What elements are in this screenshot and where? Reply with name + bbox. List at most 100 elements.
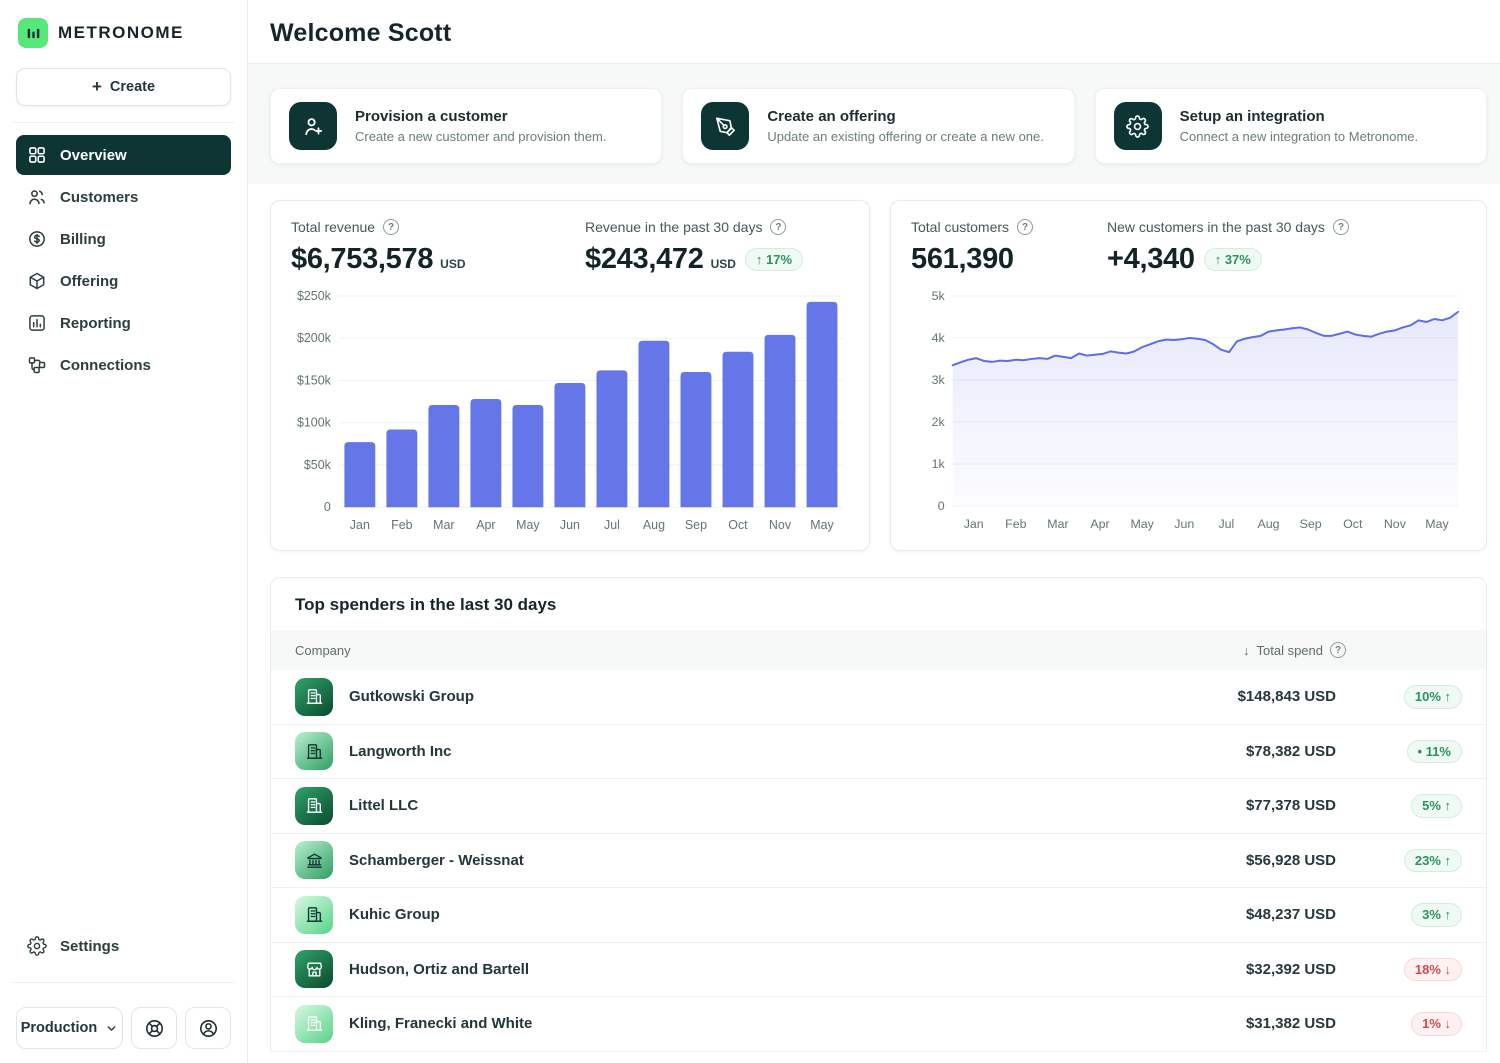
gear-icon — [27, 936, 47, 956]
action-title: Create an offering — [767, 108, 1044, 125]
sidebar-item-settings[interactable]: Settings — [16, 926, 231, 966]
stat-value: +4,340 — [1107, 243, 1195, 276]
user-circle-icon — [198, 1018, 219, 1039]
delta-badge: 3% ↑ — [1411, 903, 1462, 927]
environment-label: Production — [21, 1020, 98, 1036]
company-building-icon — [295, 678, 333, 716]
table-row[interactable]: Langworth Inc $78,382 USD • 11% — [271, 725, 1486, 780]
svg-text:Mar: Mar — [433, 518, 454, 532]
delta-badge: 5% ↑ — [1411, 794, 1462, 818]
dollar-circle-icon — [27, 229, 47, 249]
svg-text:Oct: Oct — [728, 518, 748, 532]
company-building-icon — [295, 732, 333, 770]
brand-logo[interactable]: METRONOME — [16, 14, 231, 50]
action-description: Connect a new integration to Metronome. — [1180, 129, 1418, 144]
help-icon[interactable] — [770, 219, 786, 235]
svg-text:Nov: Nov — [1384, 517, 1407, 531]
table-row[interactable]: Schamberger - Weissnat $56,928 USD 23% ↑ — [271, 834, 1486, 889]
table-body: Gutkowski Group $148,843 USD 10% ↑ Langw… — [271, 670, 1486, 1052]
svg-text:$200k: $200k — [297, 331, 332, 345]
sidebar-item-label: Customers — [60, 189, 138, 206]
stat-label: Revenue in the past 30 days — [585, 219, 762, 235]
column-total-spend-sort[interactable]: Total spend — [1243, 642, 1346, 658]
svg-text:$250k: $250k — [297, 289, 332, 303]
total-spend-value: $77,378 USD — [1186, 797, 1336, 814]
sidebar-item-reporting[interactable]: Reporting — [16, 303, 231, 343]
sidebar-item-connections[interactable]: Connections — [16, 345, 231, 385]
connections-icon — [27, 355, 47, 375]
stat-label: Total customers — [911, 219, 1009, 235]
bar-chart-icon — [27, 313, 47, 333]
total-customers-stat: Total customers 561,390 — [911, 219, 1071, 276]
company-name: Schamberger - Weissnat — [349, 852, 524, 869]
main-content: Welcome Scott Provision a customer Creat… — [248, 0, 1500, 1063]
svg-text:4k: 4k — [932, 331, 946, 345]
sidebar: METRONOME Create Overview Customers Bill… — [0, 0, 248, 1063]
svg-text:0: 0 — [938, 499, 945, 513]
table-row[interactable]: Gutkowski Group $148,843 USD 10% ↑ — [271, 670, 1486, 725]
svg-text:Aug: Aug — [1258, 517, 1280, 531]
help-icon[interactable] — [383, 219, 399, 235]
top-spenders-section: Top spenders in the last 30 days Company… — [270, 577, 1487, 1052]
quick-actions: Provision a customer Create a new custom… — [248, 63, 1500, 184]
stat-unit: USD — [440, 257, 465, 271]
sidebar-item-label: Reporting — [60, 315, 131, 332]
sidebar-item-billing[interactable]: Billing — [16, 219, 231, 259]
provision-customer-card[interactable]: Provision a customer Create a new custom… — [270, 88, 662, 164]
total-spend-value: $31,382 USD — [1186, 1015, 1336, 1032]
company-name: Littel LLC — [349, 797, 418, 814]
svg-text:Jan: Jan — [964, 517, 984, 531]
svg-text:1k: 1k — [932, 457, 946, 471]
plus-icon — [92, 77, 102, 97]
sidebar-item-label: Overview — [60, 147, 127, 164]
stat-unit: USD — [711, 257, 736, 271]
svg-text:Sep: Sep — [685, 518, 707, 532]
total-spend-value: $48,237 USD — [1186, 906, 1336, 923]
create-offering-card[interactable]: Create an offering Update an existing of… — [682, 88, 1074, 164]
delta-badge: ↑ 37% — [1204, 248, 1262, 272]
app-window: METRONOME Create Overview Customers Bill… — [0, 0, 1500, 1063]
company-building-icon — [295, 950, 333, 988]
delta-badge: 18% ↓ — [1404, 958, 1462, 982]
sidebar-item-overview[interactable]: Overview — [16, 135, 231, 175]
svg-text:Mar: Mar — [1047, 517, 1068, 531]
svg-text:Jun: Jun — [1174, 517, 1194, 531]
help-icon[interactable] — [1333, 219, 1349, 235]
total-spend-value: $148,843 USD — [1186, 688, 1336, 705]
help-support-button[interactable] — [131, 1007, 177, 1049]
svg-text:May: May — [1425, 517, 1449, 531]
table-row[interactable]: Littel LLC $77,378 USD 5% ↑ — [271, 779, 1486, 834]
table-row[interactable]: Kling, Franecki and White $31,382 USD 1%… — [271, 997, 1486, 1052]
action-description: Create a new customer and provision them… — [355, 129, 606, 144]
company-name: Gutkowski Group — [349, 688, 474, 705]
table-row[interactable]: Kuhic Group $48,237 USD 3% ↑ — [271, 888, 1486, 943]
table-row[interactable]: Hudson, Ortiz and Bartell $32,392 USD 18… — [271, 943, 1486, 998]
company-building-icon — [295, 1005, 333, 1043]
svg-text:May: May — [810, 518, 834, 532]
company-building-icon — [295, 841, 333, 879]
delta-badge: 23% ↑ — [1404, 849, 1462, 873]
grid-icon — [27, 145, 47, 165]
svg-text:Jul: Jul — [604, 518, 620, 532]
help-icon[interactable] — [1017, 219, 1033, 235]
environment-selector[interactable]: Production — [16, 1007, 123, 1049]
sidebar-item-offering[interactable]: Offering — [16, 261, 231, 301]
sidebar-divider — [12, 122, 235, 123]
account-button[interactable] — [185, 1007, 231, 1049]
stat-value: $243,472 — [585, 243, 704, 276]
svg-text:Jun: Jun — [560, 518, 580, 532]
help-icon[interactable] — [1330, 642, 1346, 658]
total-spend-value: $32,392 USD — [1186, 961, 1336, 978]
svg-text:Aug: Aug — [643, 518, 665, 532]
stat-value: $6,753,578 — [291, 243, 433, 276]
stat-label: New customers in the past 30 days — [1107, 219, 1325, 235]
revenue-30d-stat: Revenue in the past 30 days $243,472 USD… — [585, 219, 803, 276]
svg-text:Nov: Nov — [769, 518, 792, 532]
setup-integration-card[interactable]: Setup an integration Connect a new integ… — [1095, 88, 1487, 164]
delta-badge: 10% ↑ — [1404, 685, 1462, 709]
company-name: Kling, Franecki and White — [349, 1015, 532, 1032]
create-button[interactable]: Create — [16, 68, 231, 106]
svg-text:Jan: Jan — [350, 518, 370, 532]
sidebar-item-customers[interactable]: Customers — [16, 177, 231, 217]
total-spend-value: $56,928 USD — [1186, 852, 1336, 869]
